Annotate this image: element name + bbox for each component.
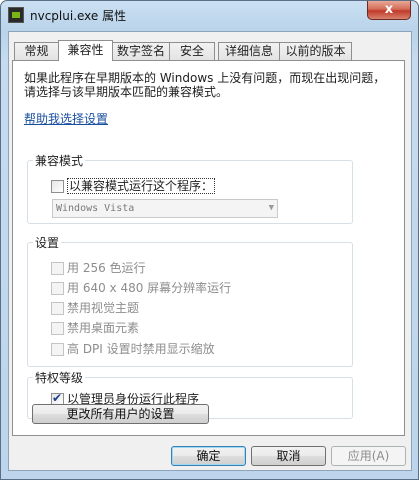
settings-group-label: 设置 (33, 234, 62, 251)
setting-label: 禁用视觉主题 (67, 301, 140, 315)
checkbox-box (51, 343, 64, 356)
tab-digital-signatures[interactable]: 数字签名 (112, 42, 170, 60)
compatibility-panel: 如果此程序在早期版本的 Windows 上没有问题，而现在出现问题，请选择与该早… (12, 60, 405, 436)
tab-details[interactable]: 详细信息 (218, 42, 280, 60)
compat-mode-label: 以兼容模式运行这个程序： (67, 178, 216, 194)
intro-text: 如果此程序在早期版本的 Windows 上没有问题，而现在出现问题，请选择与该早… (24, 71, 386, 99)
dialog-client: 常规 兼容性 数字签名 安全 详细信息 以前的版本 如果此程序在早期版本的 Wi… (8, 31, 412, 471)
tab-security[interactable]: 安全 (169, 42, 215, 60)
privilege-group-label: 特权等级 (33, 369, 86, 386)
properties-window: nvcplui.exe 属性 x 常规 兼容性 数字签名 安全 详细信息 以前的… (0, 0, 419, 480)
tab-general[interactable]: 常规 (14, 42, 59, 60)
checkbox-box[interactable] (51, 180, 64, 193)
window-title: nvcplui.exe 属性 (30, 9, 127, 23)
checkbox-box (51, 302, 64, 315)
ok-button[interactable]: 确定 (171, 446, 246, 466)
compat-mode-checkbox[interactable]: 以兼容模式运行这个程序： (51, 178, 231, 195)
setting-disable-desktop-composition: 禁用桌面元素 (51, 321, 311, 337)
checkbox-box (51, 322, 64, 335)
setting-disable-dpi-scaling: 高 DPI 设置时禁用显示缩放 (51, 342, 311, 358)
apply-button[interactable]: 应用(A) (331, 446, 406, 466)
title-bar[interactable]: nvcplui.exe 属性 x (1, 1, 418, 31)
change-all-users-button[interactable]: 更改所有用户的设置 (32, 404, 209, 424)
nvidia-app-icon (8, 7, 24, 23)
setting-disable-visual-themes: 禁用视觉主题 (51, 301, 311, 317)
setting-640x480: 用 640 x 480 屏幕分辨率运行 (51, 281, 311, 297)
setting-label: 用 640 x 480 屏幕分辨率运行 (67, 281, 232, 295)
setting-label: 高 DPI 设置时禁用显示缩放 (67, 342, 215, 356)
os-version-value: Windows Vista (56, 203, 135, 214)
setting-label: 禁用桌面元素 (67, 321, 140, 335)
checkbox-box (51, 282, 64, 295)
setting-256-colors: 用 256 色运行 (51, 261, 311, 277)
checkbox-box (51, 262, 64, 275)
tab-strip: 常规 兼容性 数字签名 安全 详细信息 以前的版本 (12, 40, 412, 61)
help-me-choose-link[interactable]: 帮助我选择设置 (24, 110, 108, 127)
close-icon: x (384, 2, 394, 17)
os-version-select[interactable]: Windows Vista ▼ (52, 199, 278, 218)
dropdown-arrow-icon: ▼ (268, 203, 274, 213)
tab-previous-versions[interactable]: 以前的版本 (279, 42, 352, 60)
compat-mode-group-label: 兼容模式 (33, 152, 86, 169)
setting-label: 用 256 色运行 (67, 261, 146, 275)
tab-compatibility[interactable]: 兼容性 (58, 40, 113, 61)
close-button[interactable]: x (367, 1, 411, 20)
cancel-button[interactable]: 取消 (251, 446, 326, 466)
